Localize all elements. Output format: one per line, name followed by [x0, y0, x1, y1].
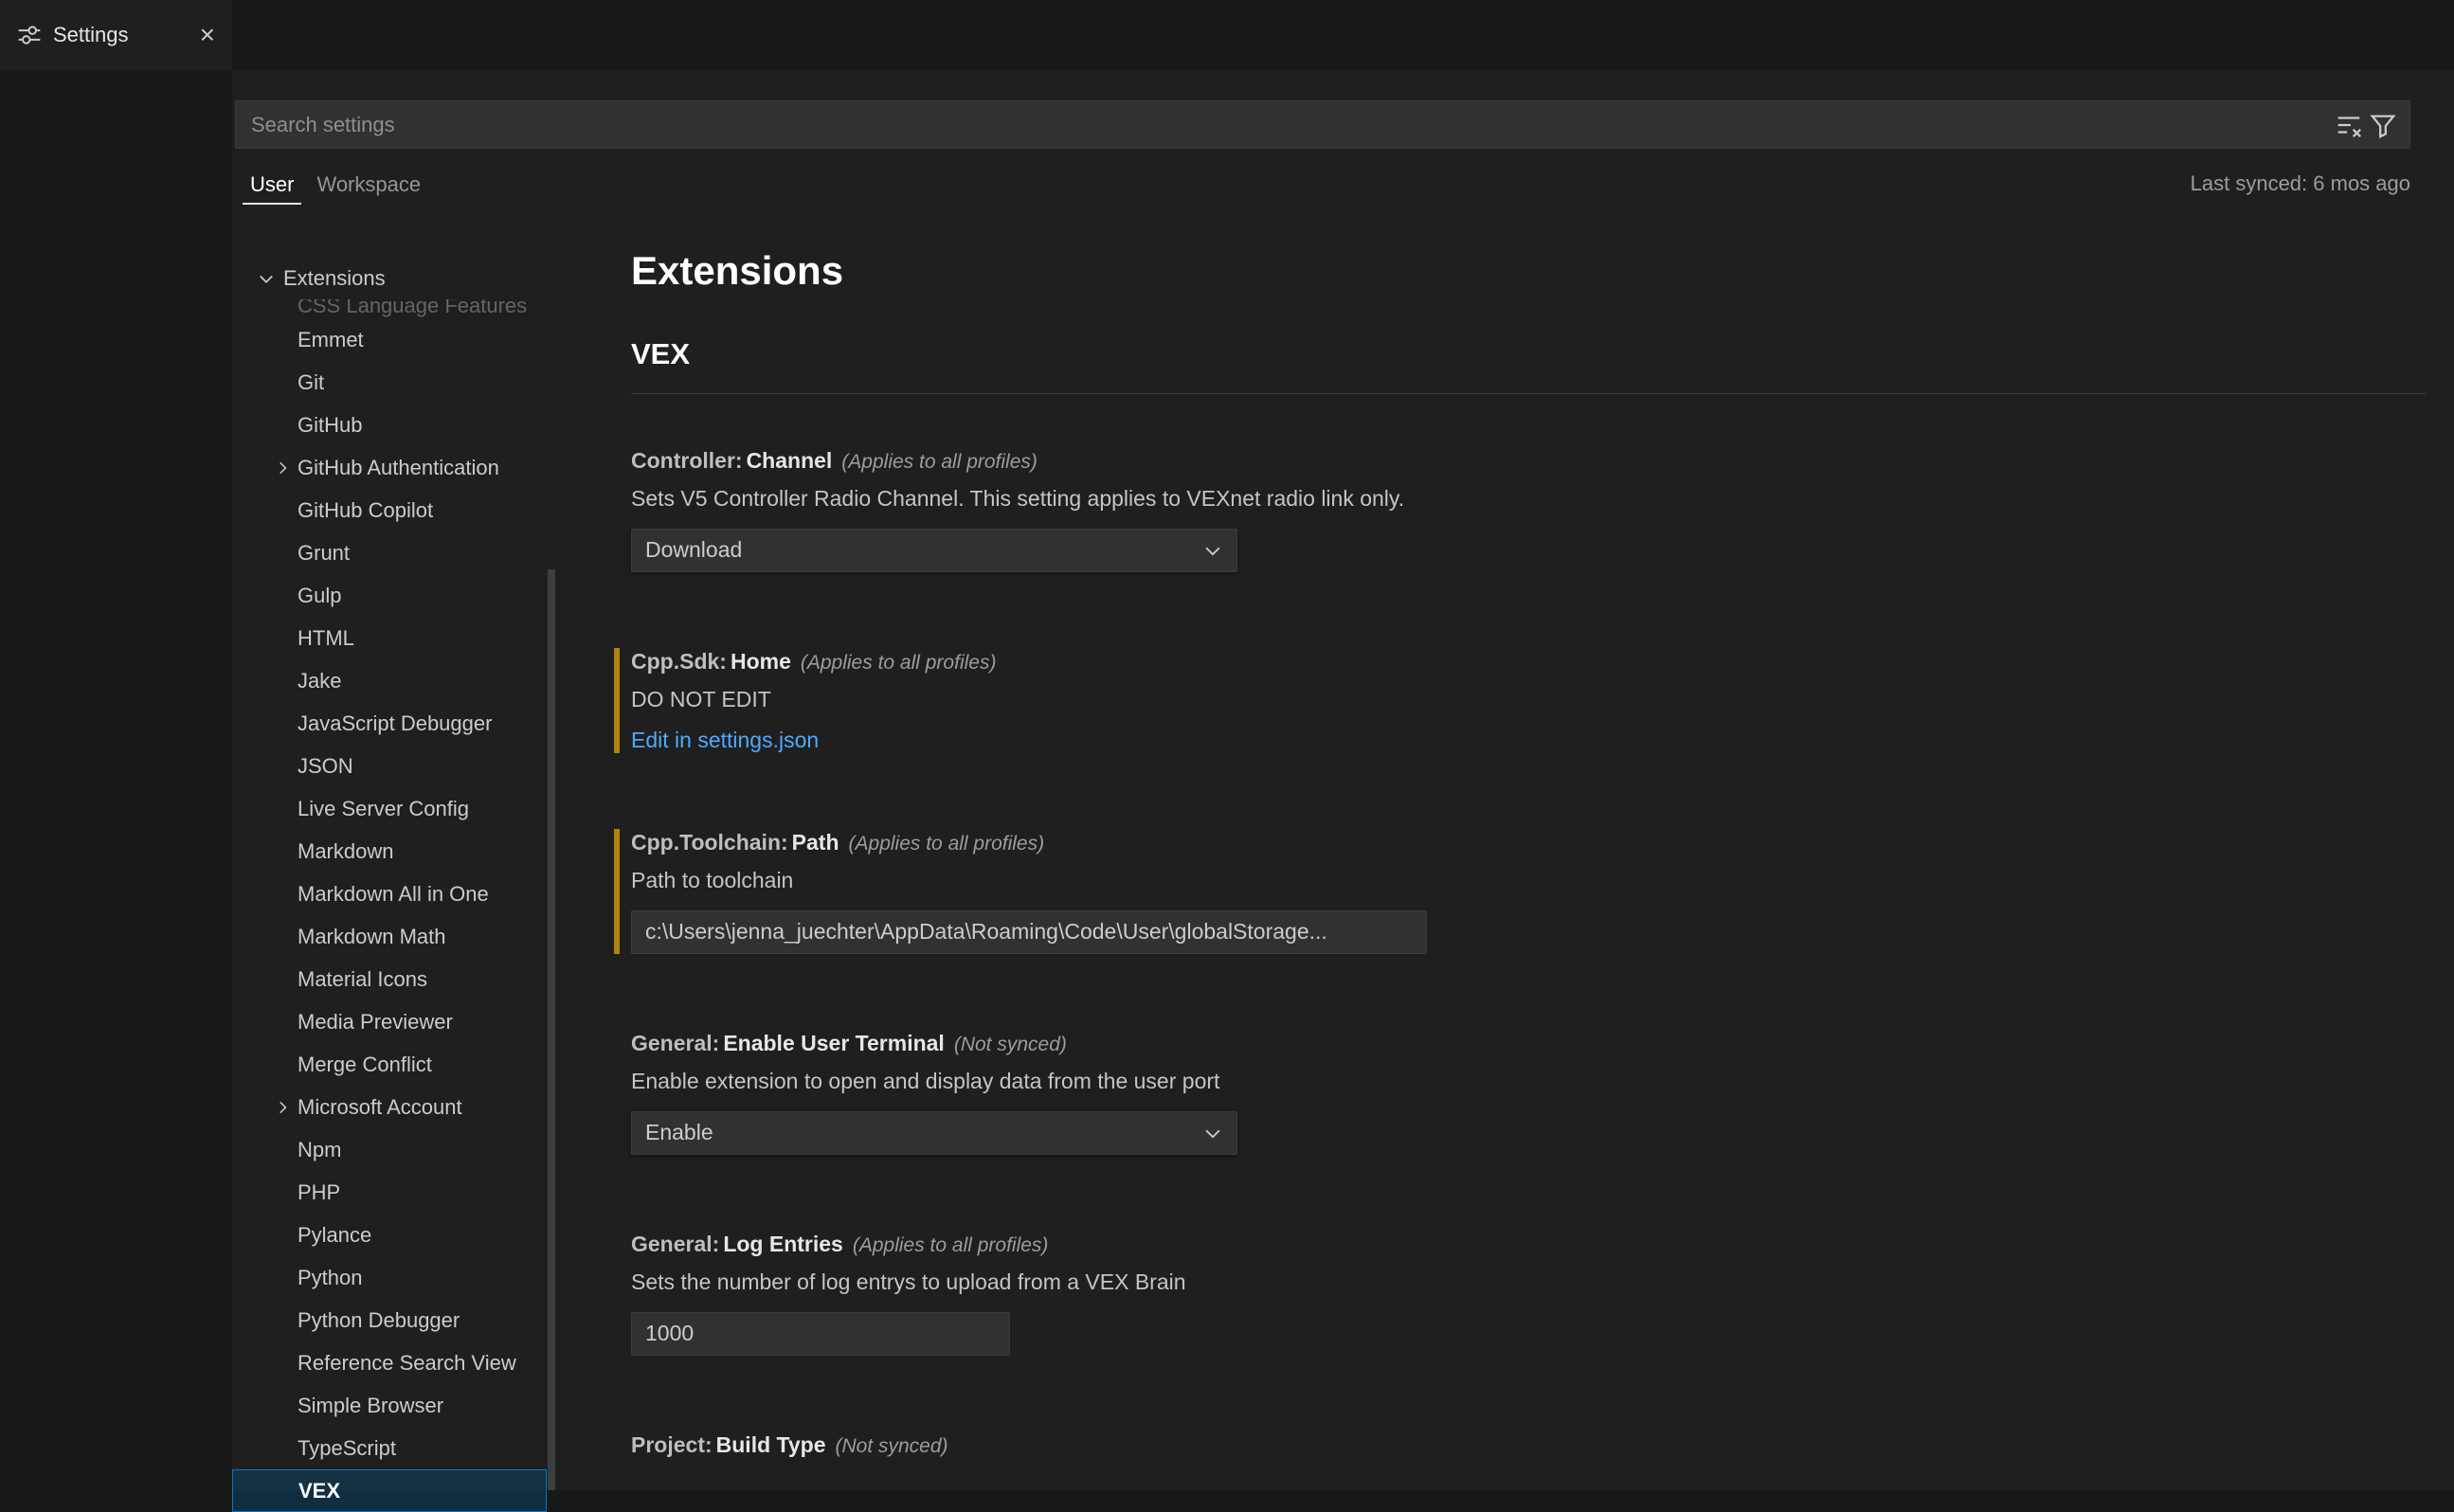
tree-item[interactable]: GitHub Authentication — [232, 446, 547, 489]
tab-workspace[interactable]: Workspace — [309, 163, 428, 205]
search-input[interactable] — [249, 112, 2332, 138]
search-bar — [235, 100, 2410, 149]
tab-settings[interactable]: Settings × — [0, 0, 232, 70]
page-title: Extensions — [631, 247, 2426, 295]
tree-item[interactable]: Simple Browser — [232, 1384, 547, 1427]
setting-scope: (Applies to all profiles) — [801, 652, 997, 674]
tree-item[interactable]: Live Server Config — [232, 787, 547, 830]
setting-scope: (Not synced) — [836, 1435, 948, 1457]
chevron-down-icon — [1202, 540, 1223, 561]
chevron-right-icon — [274, 459, 291, 477]
left-rail — [0, 70, 232, 1490]
chevron-down-icon — [257, 269, 276, 288]
close-icon[interactable]: × — [200, 22, 215, 48]
setting-scope: (Not synced) — [954, 1034, 1067, 1055]
setting-name: Build Type — [716, 1432, 826, 1457]
setting-project-build-type: Project:Build Type (Not synced) — [614, 1431, 2426, 1460]
tree-item[interactable]: Pylance — [232, 1214, 547, 1256]
settings-tree: Extensions CSS Language Features Emmet G… — [232, 219, 547, 1490]
tree-item[interactable]: Jake — [232, 659, 547, 702]
tree-item[interactable]: HTML — [232, 617, 547, 659]
tree-item[interactable]: Media Previewer — [232, 1000, 547, 1043]
settings-content: Extensions VEX Controller:Channel (Applie… — [556, 219, 2454, 1490]
scope-row: User Workspace Last synced: 6 mos ago — [235, 149, 2410, 219]
tree-item[interactable]: Markdown Math — [232, 915, 547, 958]
tab-user[interactable]: User — [243, 163, 301, 205]
tree-item[interactable]: PHP — [232, 1171, 547, 1214]
tree-item[interactable]: Reference Search View — [232, 1341, 547, 1384]
settings-sliders-icon — [17, 23, 42, 47]
clear-search-icon[interactable] — [2332, 108, 2366, 142]
setting-description: Sets V5 Controller Radio Channel. This s… — [631, 485, 2426, 512]
tree-item[interactable]: Markdown — [232, 830, 547, 873]
setting-category: Cpp.Sdk: — [631, 649, 727, 674]
tree-item[interactable]: Markdown All in One — [232, 873, 547, 915]
tree-item[interactable]: Npm — [232, 1128, 547, 1171]
setting-cpp-sdk-home: Cpp.Sdk:Home (Applies to all profiles) DO… — [614, 648, 2426, 753]
section-header: VEX — [631, 336, 2426, 393]
setting-description: Path to toolchain — [631, 867, 2426, 893]
filter-icon[interactable] — [2366, 108, 2400, 142]
edit-in-settings-json-link[interactable]: Edit in settings.json — [631, 728, 819, 753]
setting-name: Log Entries — [723, 1232, 843, 1256]
tab-bar: Settings × — [0, 0, 2454, 70]
scrollbar-thumb[interactable] — [548, 569, 555, 1490]
setting-category: General: — [631, 1031, 719, 1055]
setting-scope: (Applies to all profiles) — [841, 451, 1038, 473]
channel-select[interactable]: Download — [631, 529, 1237, 572]
log-entries-input[interactable] — [631, 1312, 1010, 1356]
tree-item[interactable]: GitHub Copilot — [232, 489, 547, 531]
tree-item[interactable]: JavaScript Debugger — [232, 702, 547, 745]
setting-cpp-toolchain-path: Cpp.Toolchain:Path (Applies to all profil… — [614, 829, 2426, 954]
setting-name: Channel — [747, 448, 833, 473]
setting-scope: (Applies to all profiles) — [849, 833, 1045, 855]
tree-item[interactable]: JSON — [232, 745, 547, 787]
setting-description: DO NOT EDIT — [631, 686, 2426, 712]
setting-category: Project: — [631, 1432, 713, 1457]
tree-item[interactable]: Python Debugger — [232, 1299, 547, 1341]
tree-item[interactable]: Python — [232, 1256, 547, 1299]
setting-enable-user-terminal: General:Enable User Terminal (Not synced)… — [614, 1030, 2426, 1155]
tab-label: Settings — [53, 23, 129, 47]
setting-log-entries: General:Log Entries (Applies to all profi… — [614, 1231, 2426, 1356]
tree-item[interactable]: Material Icons — [232, 958, 547, 1000]
enable-user-terminal-select[interactable]: Enable — [631, 1111, 1237, 1155]
tree-item[interactable]: Emmet — [232, 318, 547, 361]
tree-item-extensions[interactable]: Extensions — [232, 257, 547, 299]
setting-description: Sets the number of log entrys to upload … — [631, 1269, 2426, 1295]
last-synced-label: Last synced: 6 mos ago — [2191, 171, 2410, 196]
settings-editor: User Workspace Last synced: 6 mos ago Ex… — [232, 70, 2454, 1490]
chevron-right-icon — [274, 1099, 291, 1116]
setting-name: Home — [731, 649, 791, 674]
tree-item[interactable]: Grunt — [232, 531, 547, 574]
setting-category: General: — [631, 1232, 719, 1256]
tree-item[interactable]: Gulp — [232, 574, 547, 617]
tree-item[interactable]: GitHub — [232, 404, 547, 446]
tree-item[interactable]: Merge Conflict — [232, 1043, 547, 1086]
toolchain-path-input[interactable] — [631, 910, 1427, 954]
chevron-down-icon — [1202, 1123, 1223, 1143]
setting-category: Controller: — [631, 448, 743, 473]
tree-item[interactable]: Git — [232, 361, 547, 404]
tree-item-vex[interactable]: VEX — [232, 1469, 547, 1512]
setting-name: Enable User Terminal — [723, 1031, 945, 1055]
section-title: VEX — [631, 337, 690, 370]
setting-description: Enable extension to open and display dat… — [631, 1068, 2426, 1094]
tree-item[interactable]: Microsoft Account — [232, 1086, 547, 1128]
setting-controller-channel: Controller:Channel (Applies to all profil… — [614, 447, 2426, 572]
tree-scrollbar — [547, 219, 556, 1490]
setting-name: Path — [792, 830, 839, 855]
tree-item[interactable]: TypeScript — [232, 1427, 547, 1469]
setting-category: Cpp.Toolchain: — [631, 830, 788, 855]
setting-scope: (Applies to all profiles) — [853, 1234, 1049, 1256]
